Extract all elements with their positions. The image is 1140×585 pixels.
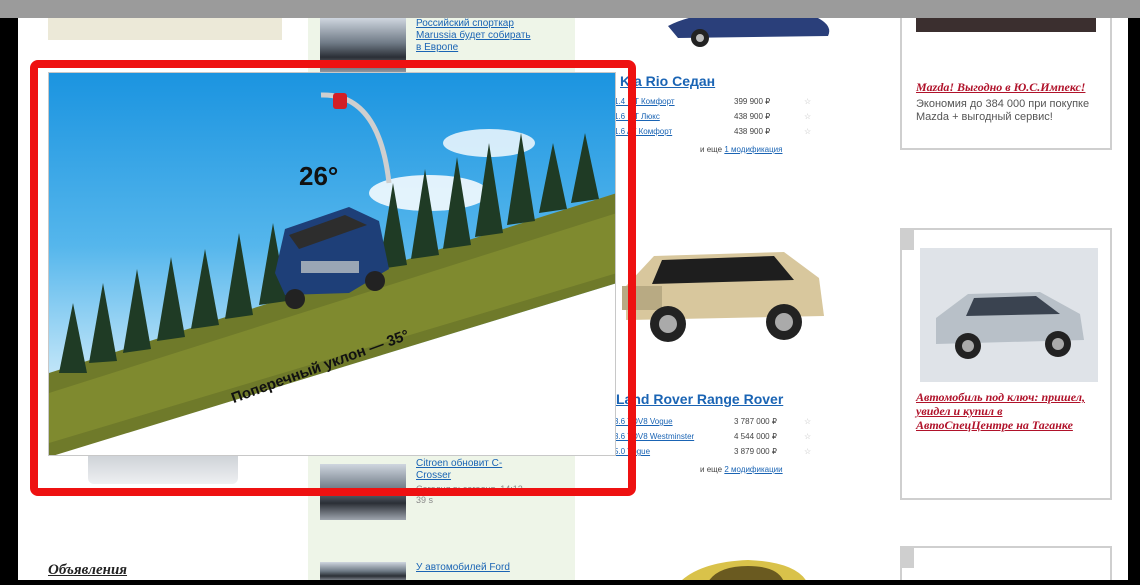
screenshot-frame: Объявления Российский спорткар Marussia … [0, 0, 1140, 585]
price: 4 544 000 ₽ [734, 432, 777, 441]
favorite-star-icon[interactable]: ☆ [804, 432, 811, 441]
promo-title[interactable]: Mazda! Выгодно в Ю.С.Импекс! [916, 80, 1096, 94]
favorite-star-icon[interactable]: ☆ [804, 97, 811, 106]
trim-link[interactable]: 1.4 MT Комфорт [614, 97, 675, 106]
favorite-star-icon[interactable]: ☆ [804, 417, 811, 426]
price: 438 900 ₽ [734, 127, 771, 136]
trim-link[interactable]: 1.6 AT Комфорт [614, 127, 672, 136]
ads-heading[interactable]: Объявления [48, 562, 127, 579]
trim-link[interactable]: 3.6 TDV8 Westminster [614, 432, 694, 441]
monitor-stand [88, 456, 238, 484]
promo-text: Экономия до 384 000 при покупке Mazda + … [916, 98, 1090, 123]
news-thumbnail[interactable] [320, 18, 406, 74]
more-mods: и еще 1 модификация [700, 145, 782, 154]
promo-image[interactable] [916, 18, 1096, 32]
promo-tab [900, 228, 914, 250]
promo-car-image[interactable] [920, 248, 1098, 382]
news-link[interactable]: Российский спорткар Marussia будет собир… [416, 18, 536, 54]
news-link[interactable]: Citroen обновит C-Crosser [416, 458, 536, 482]
promo-box[interactable]: Mazda! Выгодно в Ю.С.Импекс! Экономия до… [900, 18, 1112, 150]
favorite-star-icon[interactable]: ☆ [804, 112, 811, 121]
promo-tab [900, 546, 914, 568]
favorite-star-icon[interactable]: ☆ [804, 127, 811, 136]
trim-link[interactable]: 3.6 TDV8 Vogue [614, 417, 673, 426]
trim-link[interactable]: 1.6 MT Люкс [614, 112, 660, 121]
more-prefix: и еще [700, 465, 723, 474]
news-item[interactable]: Российский спорткар Marussia будет собир… [320, 18, 570, 78]
more-mods-link[interactable]: 1 модификация [724, 145, 782, 154]
car-image-range-rover[interactable] [614, 246, 834, 356]
more-mods: и еще 2 модификации [700, 465, 783, 474]
model-title-kia[interactable]: Kia Rio Седан [620, 73, 715, 89]
price: 438 900 ₽ [734, 112, 771, 121]
price: 3 787 000 ₽ [734, 417, 777, 426]
news-item[interactable]: У автомобилей Ford [320, 562, 570, 580]
trim-link[interactable]: 5.0 Vogue [614, 447, 650, 456]
left-block [48, 18, 282, 40]
web-page: Объявления Российский спорткар Marussia … [18, 18, 1128, 580]
news-thumbnail[interactable] [320, 464, 406, 520]
news-column: Российский спорткар Marussia будет собир… [308, 18, 575, 580]
car-image-bottom[interactable] [658, 556, 818, 580]
news-meta: Сегодня в: сегодня, 14:12, 39 s [416, 484, 526, 505]
price: 3 879 000 ₽ [734, 447, 777, 456]
news-item[interactable]: Citroen обновит C-Crosser Сегодня в: сег… [320, 458, 570, 528]
news-link[interactable]: У автомобилей Ford [416, 562, 536, 574]
more-prefix: и еще [700, 145, 723, 154]
top-bar [0, 0, 1140, 18]
favorite-star-icon[interactable]: ☆ [804, 447, 811, 456]
price: 399 900 ₽ [734, 97, 771, 106]
promo-title[interactable]: Автомобиль под ключ: пришел, увидел и ку… [916, 390, 1096, 432]
promo-box[interactable]: Автомобиль под ключ: пришел, увидел и ку… [900, 228, 1112, 500]
promo-box[interactable] [900, 546, 1112, 580]
model-title-range-rover[interactable]: Land Rover Range Rover [616, 391, 783, 407]
car-image-top[interactable] [658, 18, 838, 48]
more-mods-link[interactable]: 2 модификации [724, 465, 782, 474]
news-thumbnail[interactable] [320, 562, 406, 580]
